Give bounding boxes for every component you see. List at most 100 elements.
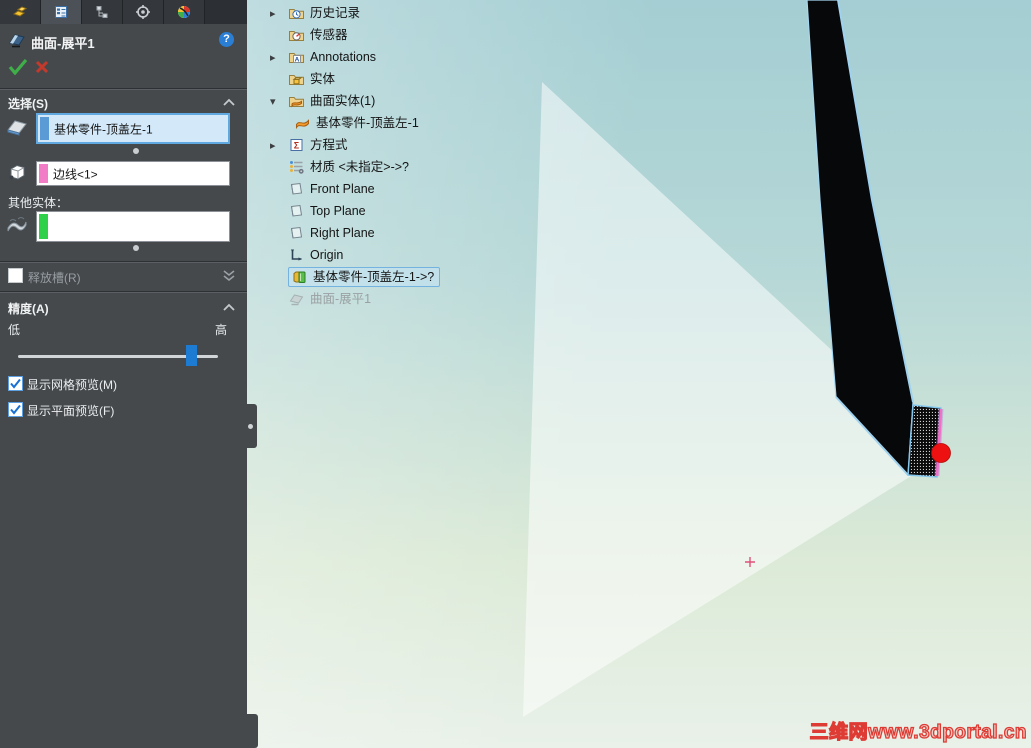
other-entities-label: 其他实体： [8, 196, 69, 210]
tab-featuremanager[interactable] [0, 0, 41, 24]
watermark: 三维网www.3dportal.cn [809, 721, 1027, 743]
divider [0, 291, 247, 293]
dimxpertmanager-icon [136, 5, 150, 19]
surface-flatten-icon [9, 34, 25, 48]
tree-item-equations[interactable]: ▸ Σ 方程式 [270, 134, 440, 156]
field-resize-handle[interactable] [133, 245, 139, 251]
svg-text:Σ: Σ [294, 140, 300, 150]
show-flat-preview-checkbox[interactable] [8, 402, 23, 417]
property-manager-panel: 曲面-展平1 ? 选择(S) 基体零件-顶盖左-1 边线<1> 其他实体： 释放… [0, 0, 247, 748]
field-resize-handle[interactable] [133, 148, 139, 154]
tree-item-sensors[interactable]: 传感器 [270, 24, 440, 46]
graphics-viewport[interactable]: ▸ 历史记录 传感器 ▸ A Annotations 实体 ▾ 曲面实体(1) … [247, 0, 1031, 748]
accuracy-high-label: 高 [215, 323, 228, 337]
selection-section-header: 选择(S) [8, 97, 48, 111]
tree-item-label: Top Plane [310, 204, 366, 218]
material-icon [290, 161, 304, 174]
checkmark-icon [10, 404, 21, 415]
relief-checkbox[interactable] [8, 268, 23, 283]
tree-item-top-plane[interactable]: Top Plane [270, 200, 440, 222]
help-icon[interactable]: ? [219, 32, 234, 47]
svg-text:A: A [295, 57, 300, 64]
tree-item-surface-flatten-pending[interactable]: 曲面-展平1 [270, 288, 440, 310]
plane-icon [290, 204, 303, 217]
vertex-select-icon [9, 164, 25, 180]
divider [0, 88, 247, 90]
tree-item-origin[interactable]: Origin [270, 244, 440, 266]
tree-item-label: 历史记录 [310, 6, 361, 20]
surface-bodies-folder-icon [289, 97, 304, 108]
tree-item-label: 材质 <未指定>->? [310, 160, 409, 174]
edge-field-value: 边线<1> [53, 167, 98, 181]
panel-splitter-handle[interactable] [246, 404, 257, 448]
surface-field-value: 基体零件-顶盖左-1 [54, 122, 153, 136]
collapse-arrow-icon[interactable]: ▾ [270, 95, 288, 108]
other-faces-select-icon [7, 217, 27, 232]
tree-item-front-plane[interactable]: Front Plane [270, 178, 440, 200]
tree-item-label: Origin [310, 248, 344, 262]
displaymanager-icon [178, 6, 190, 18]
show-mesh-preview-label: 显示网格预览(M) [27, 378, 117, 392]
tree-item-label: 曲面-展平1 [310, 292, 372, 306]
show-flat-preview-label: 显示平面预览(F) [27, 404, 115, 418]
tree-item-label: 实体 [310, 72, 336, 86]
solid-bodies-folder-icon [289, 75, 304, 85]
tree-item-label: 基体零件-顶盖左-1 [316, 116, 419, 130]
tree-item-surface-bodies[interactable]: ▾ 曲面实体(1) [270, 90, 440, 112]
solidworks-window: 曲面-展平1 ? 选择(S) 基体零件-顶盖左-1 边线<1> 其他实体： 释放… [0, 0, 1031, 748]
ok-button[interactable] [8, 58, 28, 75]
page-title: 曲面-展平1 [31, 36, 95, 51]
divider [0, 261, 247, 263]
tree-item-label: 基体零件-顶盖左-1->? [313, 270, 435, 284]
configurationmanager-icon [96, 6, 108, 18]
face-select-icon [7, 120, 27, 136]
featuremanager-part-icon [12, 6, 28, 17]
tree-item-solid-bodies[interactable]: 实体 [270, 68, 440, 90]
surface-field-color-strip [40, 117, 49, 140]
expand-arrow-icon[interactable]: ▸ [270, 139, 288, 152]
tree-item-annotations[interactable]: ▸ A Annotations [270, 46, 440, 68]
tree-item-right-plane[interactable]: Right Plane [270, 222, 440, 244]
edge-to-flatten-field[interactable]: 边线<1> [36, 161, 230, 186]
equations-icon: Σ [290, 139, 303, 151]
accuracy-section-header: 精度(A) [8, 302, 49, 316]
viewport-corner-handle[interactable] [247, 714, 258, 748]
tree-item-material[interactable]: 材质 <未指定>->? [270, 156, 440, 178]
expand-arrow-icon[interactable]: ▸ [270, 7, 288, 20]
tree-item-label: Front Plane [310, 182, 375, 196]
tree-item-base-part-selected[interactable]: 基体零件-顶盖左-1->? [270, 266, 441, 288]
tree-item-label: Right Plane [310, 226, 375, 240]
plane-icon [290, 182, 303, 195]
propertymanager-icon [55, 6, 67, 18]
edge-field-color-strip [39, 164, 48, 183]
history-folder-icon [289, 9, 304, 19]
fixed-point-marker[interactable] [931, 443, 951, 463]
cancel-button[interactable] [34, 59, 50, 75]
annotations-folder-icon: A [289, 53, 304, 64]
sensors-folder-icon [289, 31, 304, 41]
accuracy-low-label: 低 [8, 323, 21, 337]
tree-item-surface-body-child[interactable]: 基体零件-顶盖左-1 [270, 112, 440, 134]
collapse-selection-chevron-icon[interactable] [222, 98, 236, 107]
expand-relief-chevron-icon[interactable] [222, 269, 236, 282]
checkmark-icon [10, 378, 21, 389]
tree-item-history[interactable]: ▸ 历史记录 [270, 2, 440, 24]
expand-arrow-icon[interactable]: ▸ [270, 51, 288, 64]
collapse-accuracy-chevron-icon[interactable] [222, 303, 236, 312]
other-field-color-strip [39, 214, 48, 239]
show-mesh-preview-checkbox[interactable] [8, 376, 23, 391]
manager-tab-bar [0, 0, 247, 24]
accuracy-slider-handle[interactable] [186, 345, 197, 366]
other-entities-field[interactable] [36, 211, 230, 242]
surface-to-flatten-field[interactable]: 基体零件-顶盖左-1 [36, 113, 230, 144]
tab-displaymanager[interactable] [164, 0, 205, 24]
tab-dimxpertmanager[interactable] [123, 0, 164, 24]
tree-item-label: 方程式 [310, 138, 348, 152]
tree-item-label: Annotations [310, 50, 377, 64]
tab-propertymanager[interactable] [41, 0, 82, 24]
tab-configurationmanager[interactable] [82, 0, 123, 24]
surface-body-icon [296, 119, 309, 130]
feature-tree: ▸ 历史记录 传感器 ▸ A Annotations 实体 ▾ 曲面实体(1) … [270, 2, 441, 310]
tree-item-label: 传感器 [310, 28, 348, 42]
origin-icon [290, 249, 302, 261]
